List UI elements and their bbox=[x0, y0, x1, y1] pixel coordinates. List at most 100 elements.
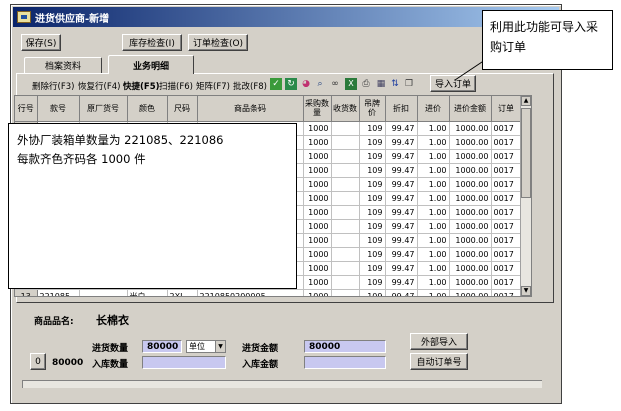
grid-cell[interactable]: 1000.00 bbox=[449, 219, 492, 234]
order-check-button[interactable]: 订单检查(O) bbox=[188, 34, 248, 51]
grid-cell[interactable] bbox=[331, 247, 360, 262]
grid-cell[interactable]: 109 bbox=[359, 177, 386, 192]
grid-cell[interactable]: 109 bbox=[359, 149, 386, 164]
grid-cell[interactable]: 1.00 bbox=[417, 163, 450, 178]
grid-cell[interactable] bbox=[331, 149, 360, 164]
save-button[interactable]: 保存(S) bbox=[21, 34, 61, 51]
grid-cell[interactable]: 1000 bbox=[303, 135, 332, 150]
grid-cell[interactable]: 0017 bbox=[491, 219, 522, 234]
grid-cell[interactable]: 109 bbox=[359, 275, 386, 290]
grid-cell[interactable]: 1000.00 bbox=[449, 247, 492, 262]
refresh-green-icon[interactable]: ↻ bbox=[285, 78, 297, 90]
grid-cell[interactable]: 99.47 bbox=[385, 233, 418, 248]
grid-cell[interactable]: 0017 bbox=[491, 233, 522, 248]
grid-header-cell[interactable]: 款号 bbox=[37, 96, 80, 122]
grid-cell[interactable] bbox=[331, 261, 360, 276]
grid-icon[interactable]: ▦ bbox=[375, 78, 387, 90]
grid-cell[interactable]: 1.00 bbox=[417, 247, 450, 262]
grid-cell[interactable]: 99.47 bbox=[385, 219, 418, 234]
grid-cell[interactable]: 1.00 bbox=[417, 149, 450, 164]
grid-cell[interactable]: 1.00 bbox=[417, 275, 450, 290]
grid-cell[interactable] bbox=[331, 289, 360, 296]
delete-row-shortcut[interactable]: 删除行(F3) bbox=[32, 79, 74, 93]
grid-cell[interactable]: 1.00 bbox=[417, 177, 450, 192]
color-palette-icon[interactable]: ◕ bbox=[300, 78, 312, 90]
grid-cell[interactable]: 1000 bbox=[303, 233, 332, 248]
grid-cell[interactable]: 1000 bbox=[303, 205, 332, 220]
chevron-down-icon[interactable]: ▼ bbox=[215, 341, 225, 352]
grid-cell[interactable]: 0017 bbox=[491, 163, 522, 178]
grid-cell[interactable]: 109 bbox=[359, 163, 386, 178]
grid-cell[interactable]: 109 bbox=[359, 135, 386, 150]
grid-cell[interactable]: 99.47 bbox=[385, 205, 418, 220]
grid-cell[interactable]: 1000 bbox=[303, 247, 332, 262]
purchase-amount-field[interactable]: 80000 bbox=[304, 340, 386, 353]
matrix-shortcut[interactable]: 矩阵(F7) bbox=[196, 79, 230, 93]
grid-cell[interactable]: 1000.00 bbox=[449, 191, 492, 206]
grid-cell[interactable]: 0017 bbox=[491, 177, 522, 192]
grid-header-cell[interactable]: 收货数 bbox=[331, 96, 360, 122]
stock-check-button[interactable]: 库存检查(I) bbox=[122, 34, 182, 51]
grid-cell[interactable]: 109 bbox=[359, 121, 386, 136]
grid-cell[interactable]: 99.47 bbox=[385, 177, 418, 192]
check-green-icon[interactable]: ✓ bbox=[270, 78, 282, 90]
grid-cell[interactable] bbox=[331, 275, 360, 290]
grid-cell[interactable] bbox=[331, 205, 360, 220]
grid-header-cell[interactable]: 进价金额 bbox=[449, 96, 492, 122]
grid-cell[interactable] bbox=[331, 191, 360, 206]
grid-header-cell[interactable]: 吊牌价 bbox=[359, 96, 386, 122]
grid-header-cell[interactable]: 尺码 bbox=[167, 96, 198, 122]
auto-order-number-button[interactable]: 自动订单号 bbox=[410, 353, 468, 370]
binoculars-icon[interactable]: ∞ bbox=[329, 78, 341, 90]
grid-header-cell[interactable]: 行号 bbox=[15, 96, 38, 122]
grid-cell[interactable]: 99.47 bbox=[385, 191, 418, 206]
grid-cell[interactable]: 1.00 bbox=[417, 219, 450, 234]
grid-header-cell[interactable]: 折扣 bbox=[385, 96, 418, 122]
grid-cell[interactable]: 1000.00 bbox=[449, 233, 492, 248]
grid-cell[interactable]: 99.47 bbox=[385, 289, 418, 296]
grid-cell[interactable]: 109 bbox=[359, 261, 386, 276]
grid-cell[interactable]: 1000.00 bbox=[449, 163, 492, 178]
grid-cell[interactable] bbox=[331, 135, 360, 150]
grid-cell[interactable]: 109 bbox=[359, 289, 386, 296]
horizontal-scrollbar[interactable] bbox=[22, 380, 542, 388]
scroll-up-icon[interactable]: ▲ bbox=[521, 96, 531, 106]
grid-cell[interactable]: 1000.00 bbox=[449, 205, 492, 220]
count-button[interactable]: 0 bbox=[30, 353, 46, 370]
grid-cell[interactable]: 0017 bbox=[491, 247, 522, 262]
grid-cell[interactable]: 109 bbox=[359, 219, 386, 234]
grid-cell[interactable]: 1.00 bbox=[417, 191, 450, 206]
purchase-qty-field[interactable]: 80000 bbox=[142, 340, 182, 353]
grid-cell[interactable] bbox=[331, 219, 360, 234]
grid-header-cell[interactable]: 原厂货号 bbox=[79, 96, 128, 122]
grid-header-cell[interactable]: 颜色 bbox=[127, 96, 168, 122]
grid-cell[interactable]: 1000.00 bbox=[449, 135, 492, 150]
grid-cell[interactable]: 0017 bbox=[491, 205, 522, 220]
grid-cell[interactable]: 99.47 bbox=[385, 121, 418, 136]
grid-cell[interactable]: 99.47 bbox=[385, 275, 418, 290]
grid-cell[interactable]: 1000.00 bbox=[449, 261, 492, 276]
grid-cell[interactable]: 0017 bbox=[491, 135, 522, 150]
grid-cell[interactable]: 2XL bbox=[167, 289, 198, 296]
grid-cell[interactable]: 109 bbox=[359, 205, 386, 220]
grid-cell[interactable]: 1000 bbox=[303, 289, 332, 296]
grid-cell[interactable]: 1000 bbox=[303, 219, 332, 234]
grid-vertical-scrollbar[interactable]: ▲ ▼ bbox=[520, 96, 531, 296]
grid-cell[interactable]: 1.00 bbox=[417, 261, 450, 276]
grid-header-cell[interactable]: 进价 bbox=[417, 96, 450, 122]
grid-cell[interactable]: 1000 bbox=[303, 163, 332, 178]
tab-archive[interactable]: 档案资料 bbox=[24, 57, 102, 73]
grid-cell[interactable]: 109 bbox=[359, 191, 386, 206]
table-row[interactable]: 13 221085 米白 2XL 2210850200005 1000 109 99.47 1.… bbox=[15, 289, 522, 296]
grid-cell[interactable]: 1.00 bbox=[417, 205, 450, 220]
grid-cell[interactable]: 1000.00 bbox=[449, 275, 492, 290]
grid-cell[interactable]: 1.00 bbox=[417, 135, 450, 150]
grid-cell[interactable] bbox=[79, 289, 128, 296]
grid-cell[interactable]: 1.00 bbox=[417, 289, 450, 296]
grid-header-cell[interactable]: 采购数量 bbox=[303, 96, 332, 122]
grid-cell[interactable]: 0017 bbox=[491, 289, 522, 296]
grid-cell[interactable]: 1000 bbox=[303, 121, 332, 136]
scroll-down-icon[interactable]: ▼ bbox=[521, 286, 531, 296]
grid-cell[interactable]: 99.47 bbox=[385, 149, 418, 164]
grid-cell[interactable]: 1000 bbox=[303, 261, 332, 276]
